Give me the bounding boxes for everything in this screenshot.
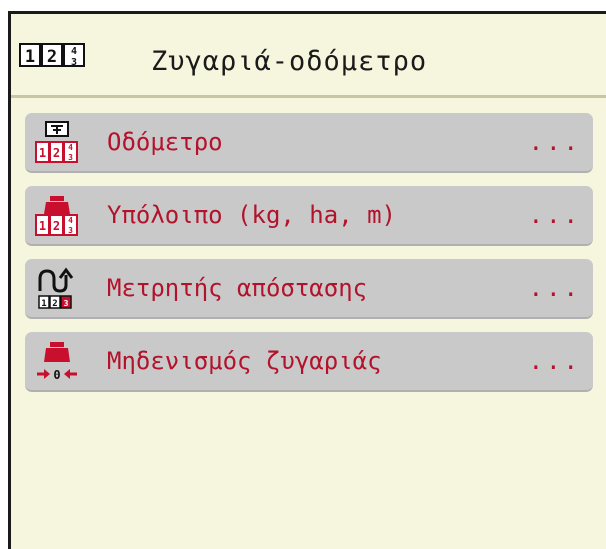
scale-zero-icon: 0 (37, 342, 77, 382)
svg-text:1: 1 (39, 146, 46, 160)
svg-text:3: 3 (68, 153, 73, 162)
menu-item-distance-counter[interactable]: 1 2 3 Μετρητής απόστασης ... (25, 259, 593, 319)
menu-item-label: Μετρητής απόστασης (107, 274, 368, 302)
distance-counter-icon: 1 2 3 (38, 267, 74, 309)
svg-text:2: 2 (53, 146, 60, 160)
menu-item-odometer[interactable]: 1 2 4 3 Οδόμετρο ... (25, 113, 593, 173)
menu-item-label: Οδόμετρο (107, 128, 223, 156)
display-screen: 1 2 4 3 Ζυγαριά-οδόμετρο 1 2 4 3 Οδόμετρ… (8, 11, 606, 549)
header-divider (11, 95, 606, 98)
menu-item-remaining[interactable]: 1 2 4 3 Υπόλοιπο (kg, ha, m) ... (25, 186, 593, 246)
menu-item-more: ... (528, 347, 581, 375)
menu-item-label: Υπόλοιπο (kg, ha, m) (107, 201, 396, 229)
menu-item-more: ... (528, 274, 581, 302)
svg-text:1: 1 (41, 299, 46, 309)
svg-text:1: 1 (39, 219, 46, 233)
menu-item-more: ... (528, 128, 581, 156)
svg-text:4: 4 (71, 46, 77, 57)
menu-item-scale-zero[interactable]: 0 Μηδενισμός ζυγαριάς ... (25, 332, 593, 392)
svg-text:3: 3 (64, 299, 69, 308)
svg-text:1: 1 (25, 47, 35, 67)
svg-text:2: 2 (47, 47, 57, 67)
page-title: Ζυγαριά-οδόμετρο (151, 46, 428, 77)
svg-text:2: 2 (52, 299, 57, 309)
menu-item-label: Μηδενισμός ζυγαριάς (107, 347, 382, 375)
counter-123-icon: 1 2 4 3 (19, 43, 85, 68)
svg-text:0: 0 (53, 368, 60, 382)
svg-text:4: 4 (68, 216, 73, 225)
menu-item-more: ... (528, 201, 581, 229)
svg-text:4: 4 (68, 143, 73, 152)
remaining-weight-icon: 1 2 4 3 (35, 196, 78, 236)
svg-text:3: 3 (68, 226, 73, 235)
header: 1 2 4 3 Ζυγαριά-οδόμετρο (11, 14, 606, 94)
svg-text:3: 3 (71, 57, 77, 68)
odometer-icon: 1 2 4 3 (35, 121, 78, 163)
svg-text:2: 2 (53, 219, 60, 233)
